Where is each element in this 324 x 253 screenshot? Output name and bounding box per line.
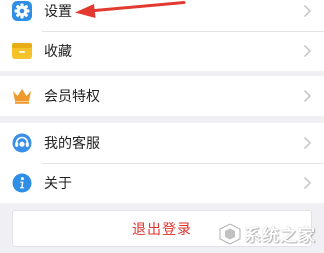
- headset-icon: [11, 132, 33, 154]
- folder-icon: [11, 40, 33, 62]
- membership-label: 会员特权: [44, 89, 100, 105]
- favorites-row[interactable]: 收藏: [0, 31, 324, 71]
- about-row[interactable]: 关于: [0, 163, 324, 203]
- menu-group-1: 设置 收藏: [0, 0, 324, 71]
- settings-row[interactable]: 设置: [0, 0, 324, 31]
- menu-group-3: 我的客服 关于: [0, 123, 324, 203]
- watermark: 系统之家: [218, 221, 316, 246]
- membership-row[interactable]: 会员特权: [0, 76, 324, 116]
- gear-icon: [11, 0, 33, 22]
- menu-group-2: 会员特权: [0, 76, 324, 116]
- chevron-right-icon: [303, 89, 312, 103]
- chevron-right-icon: [303, 44, 312, 58]
- settings-label: 设置: [44, 4, 72, 20]
- crown-icon: [11, 85, 33, 107]
- service-row[interactable]: 我的客服: [0, 123, 324, 163]
- service-label: 我的客服: [44, 136, 100, 152]
- logout-label: 退出登录: [132, 221, 192, 238]
- favorites-label: 收藏: [44, 44, 72, 60]
- watermark-logo-icon: [219, 222, 241, 245]
- watermark-text: 系统之家: [244, 226, 316, 246]
- chevron-right-icon: [303, 176, 312, 190]
- about-label: 关于: [44, 176, 72, 192]
- chevron-right-icon: [303, 4, 312, 18]
- chevron-right-icon: [303, 136, 312, 150]
- info-icon: [11, 172, 33, 194]
